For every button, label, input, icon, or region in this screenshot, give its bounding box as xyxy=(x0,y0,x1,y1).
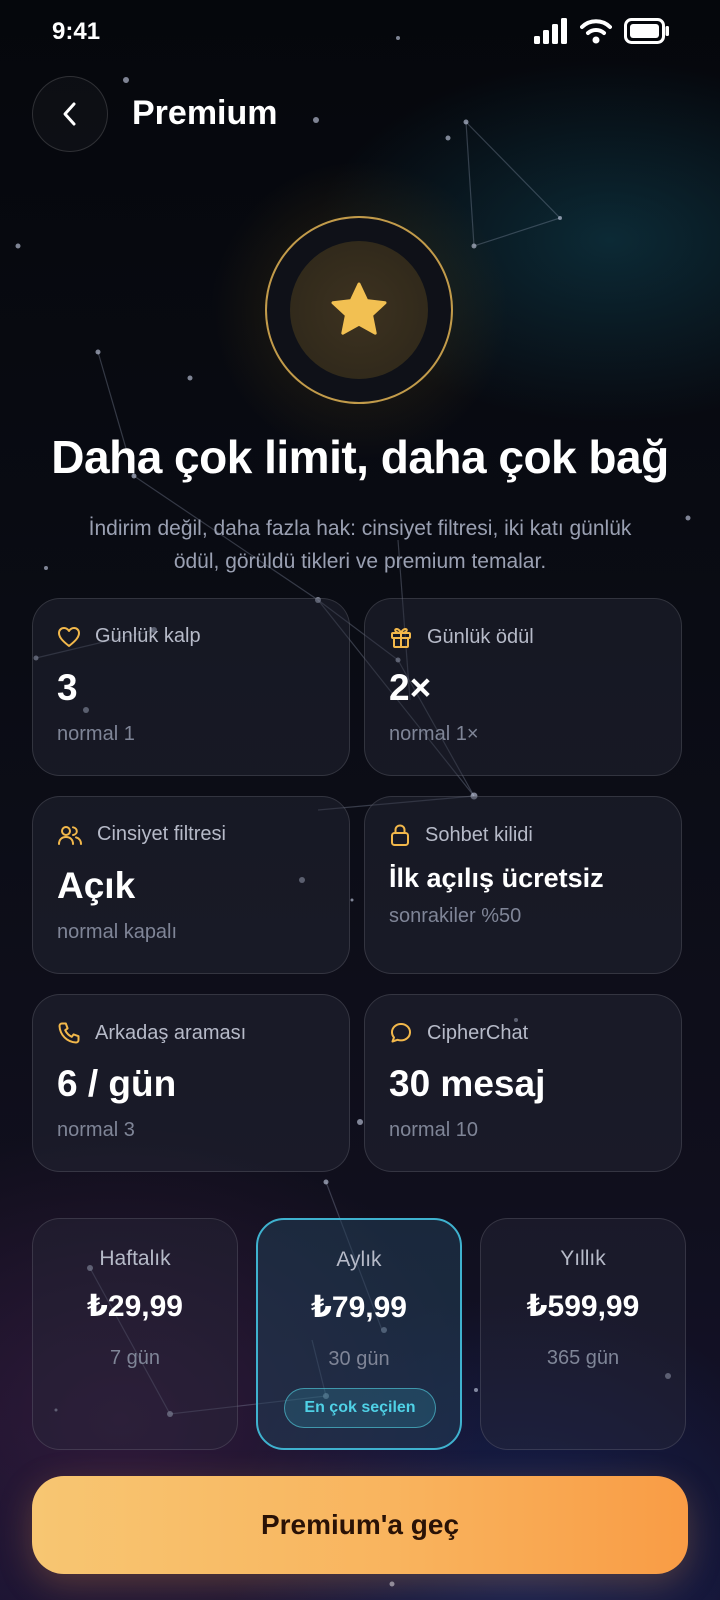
plan-name: Yıllık xyxy=(560,1247,606,1270)
signal-icon xyxy=(534,18,567,44)
feature-note: sonrakiler %50 xyxy=(389,905,522,927)
plan-name: Haftalık xyxy=(99,1247,171,1270)
chevron-left-icon xyxy=(63,102,76,126)
feature-label: Cinsiyet filtresi xyxy=(97,823,226,845)
plan-price: ₺29,99 xyxy=(87,1290,183,1323)
card-header: Günlük ödül xyxy=(389,625,534,649)
upgrade-premium-button[interactable]: Premium'a geç xyxy=(32,1476,688,1574)
feature-card-friend-call: Arkadaş araması 6 / gün normal 3 xyxy=(32,994,350,1172)
feature-note: normal 10 xyxy=(389,1119,478,1141)
headline: Daha çok limit, daha çok bağ xyxy=(51,431,669,483)
plan-period: 7 gün xyxy=(109,1347,161,1369)
plan-yearly[interactable]: Yıllık ₺599,99 365 gün xyxy=(480,1218,686,1450)
users-icon xyxy=(58,825,82,845)
plan-name: Aylık xyxy=(336,1248,382,1271)
plan-period: 365 gün xyxy=(546,1347,620,1369)
plan-price: ₺79,99 xyxy=(311,1291,407,1324)
star-icon xyxy=(331,282,387,335)
wifi-icon xyxy=(580,19,612,44)
card-header: Sohbet kilidi xyxy=(389,823,533,847)
lock-icon xyxy=(391,824,409,846)
status-time: 9:41 xyxy=(52,18,101,45)
feature-label: CipherChat xyxy=(427,1021,529,1044)
feature-label: Günlük ödül xyxy=(427,625,534,648)
premium-badge-inner xyxy=(290,241,428,379)
feature-value: 3 xyxy=(57,667,78,708)
plan-weekly[interactable]: Haftalık ₺29,99 7 gün xyxy=(32,1218,238,1450)
feature-value: Açık xyxy=(57,865,136,906)
feature-card-daily-reward: Günlük ödül 2× normal 1× xyxy=(364,598,682,776)
heart-icon xyxy=(58,626,80,647)
battery-icon xyxy=(624,18,669,44)
status-icons xyxy=(534,18,670,44)
most-popular-badge: En çok seçilen xyxy=(284,1388,436,1428)
feature-card-gender-filter: Cinsiyet filtresi Açık normal kapalı xyxy=(32,796,350,974)
feature-label: Arkadaş araması xyxy=(95,1021,247,1044)
feature-value: İlk açılış ücretsiz xyxy=(389,863,604,893)
feature-note: normal 1 xyxy=(57,723,135,745)
plan-period: 30 gün xyxy=(328,1348,390,1370)
page-title: Premium xyxy=(132,94,278,132)
plan-price: ₺599,99 xyxy=(526,1290,640,1323)
back-button[interactable] xyxy=(32,76,108,152)
chat-icon xyxy=(391,1023,411,1043)
feature-label: Günlük kalp xyxy=(95,625,201,647)
feature-note: normal kapalı xyxy=(57,921,178,943)
premium-badge xyxy=(265,216,453,404)
card-header: Günlük kalp xyxy=(57,625,201,648)
feature-note: normal 1× xyxy=(389,723,479,745)
phone-icon xyxy=(58,1022,80,1044)
feature-label: Sohbet kilidi xyxy=(425,823,533,846)
feature-card-chat-lock: Sohbet kilidi İlk açılış ücretsiz sonrak… xyxy=(364,796,682,974)
plan-monthly[interactable]: Aylık ₺79,99 30 gün En çok seçilen xyxy=(256,1218,462,1450)
gift-icon xyxy=(391,627,411,648)
feature-card-daily-hearts: Günlük kalp 3 normal 1 xyxy=(32,598,350,776)
feature-note: normal 3 xyxy=(57,1119,135,1141)
card-header: Cinsiyet filtresi xyxy=(57,823,226,846)
card-header: Arkadaş araması xyxy=(57,1021,246,1045)
status-bar: 9:41 xyxy=(0,0,720,64)
feature-card-cipherchat: CipherChat 30 mesaj normal 10 xyxy=(364,994,682,1172)
feature-value: 30 mesaj xyxy=(389,1063,546,1104)
card-header: CipherChat xyxy=(389,1021,528,1045)
subtitle: İndirim değil, daha fazla hak: cinsiyet … xyxy=(88,517,632,573)
feature-value: 6 / gün xyxy=(57,1063,177,1104)
feature-value: 2× xyxy=(389,667,432,708)
